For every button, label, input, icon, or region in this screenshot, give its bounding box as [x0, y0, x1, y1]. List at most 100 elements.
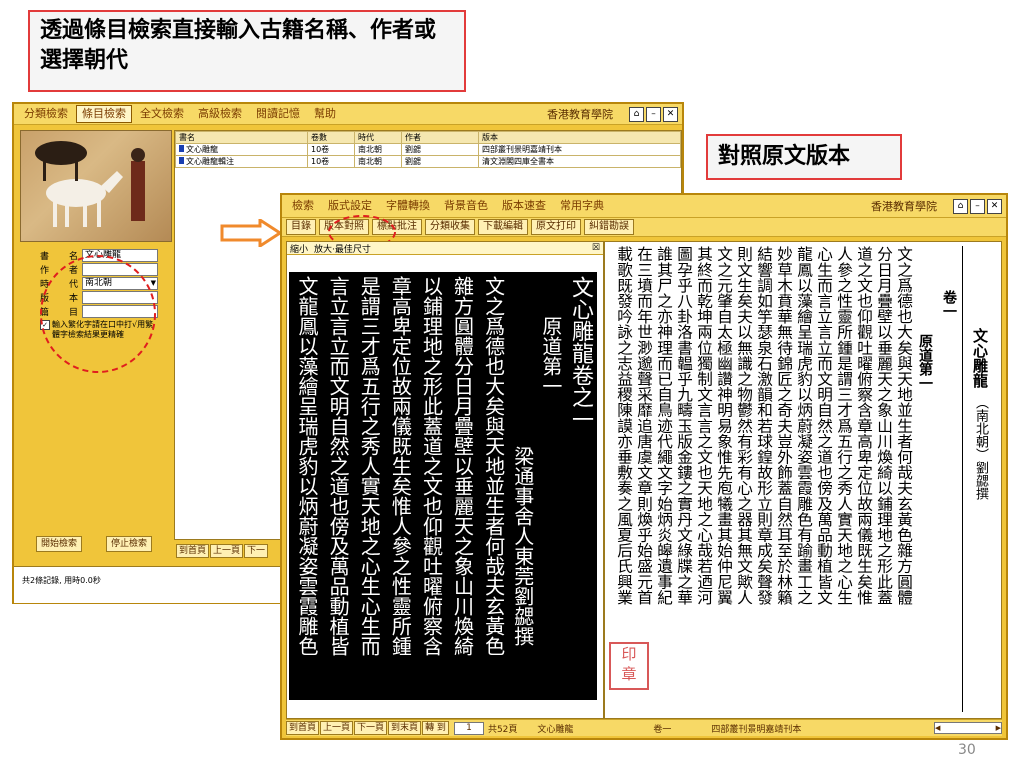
callout-right-text: 對照原文版本 [718, 144, 851, 169]
row-title-cell[interactable]: 文心雕龍輯注 [175, 155, 308, 168]
cell-edition: 四部叢刊景明嘉靖刊本 [478, 143, 681, 156]
book-title-vertical: 文心雕龍 [971, 328, 989, 388]
table-row[interactable]: 文心雕龍 10卷 南北朝 劉勰 四部叢刊景明嘉靖刊本 [175, 143, 681, 156]
close-icon[interactable]: ✕ [663, 106, 678, 122]
scan-body-col: 言立言立而文明自然之道也傍及萬品動植皆 [326, 276, 351, 656]
page-count: 共52頁 [487, 724, 518, 735]
juan-label: 卷一 [941, 290, 957, 318]
menu-fulltext-search[interactable]: 全文檢索 [134, 105, 190, 123]
prev-page-button[interactable]: 上一頁 [320, 721, 354, 735]
cell-volumes: 10卷 [307, 155, 355, 168]
slide-number: 30 [958, 742, 976, 758]
print-button[interactable]: 原文打印 [531, 219, 581, 235]
cell-author: 劉勰 [401, 155, 479, 168]
chapter-heading: 原道第一 [917, 334, 933, 390]
menu-search[interactable]: 檢索 [286, 197, 320, 215]
cell-edition: 清文淵閣四庫全書本 [478, 155, 681, 168]
front-window-controls: ⌂ – ✕ [953, 198, 1002, 214]
status-book-title: 文心雕龍 [537, 724, 574, 735]
close-icon[interactable]: ☒ [592, 243, 600, 253]
painting-image [20, 130, 172, 242]
scrollbar[interactable]: ◀ ▶ [934, 722, 1002, 734]
status-juan: 卷一 [653, 724, 672, 735]
table-header-row: 書名 卷數 時代 作者 版本 [175, 131, 681, 144]
status-edition: 四部叢刊景明嘉靖刊本 [711, 724, 802, 735]
menu-help[interactable]: 幫助 [308, 105, 342, 123]
horse-painting-svg [35, 141, 145, 227]
home-icon[interactable]: ⌂ [953, 198, 968, 214]
table-row[interactable]: 文心雕龍輯注 10卷 南北朝 劉勰 清文淵閣四庫全書本 [175, 155, 681, 168]
menu-dictionary[interactable]: 常用字典 [554, 197, 610, 215]
text-body-col: 人參之性靈所鍾是謂三才爲五行之秀人實天地之心生 [835, 246, 853, 605]
col-header-dynasty[interactable]: 時代 [354, 131, 402, 144]
next-page-button[interactable]: 下一 [244, 544, 269, 558]
callout-top-text: 透過條目檢索直接輸入古籍名稱、作者或選擇朝代 [40, 18, 437, 73]
juan-col: 卷一 [936, 246, 962, 712]
page-input[interactable]: 1 [453, 721, 484, 735]
back-menubar: 分類檢索 條目檢索 全文檢索 高級檢索 閱讀記憶 幫助 香港教育學院 ⌂ – ✕ [14, 104, 682, 125]
highlight-ellipse-form [40, 255, 156, 373]
errata-button[interactable]: 糾錯勘誤 [584, 219, 634, 235]
text-pane: 文心雕龍 （南北朝）劉勰撰 卷一 原道第一 文之爲德也大矣與天地並生者何哉夫玄黃… [604, 241, 1002, 719]
book-title: 文心雕龍輯注 [186, 157, 234, 166]
text-body-col: 文之元肇自太極幽讚神明易象惟先庖犧畫其始仲尼翼 [715, 246, 733, 605]
callout-top: 透過條目檢索直接輸入古籍名稱、作者或選擇朝代 [28, 10, 466, 92]
col-header-edition[interactable]: 版本 [478, 131, 681, 144]
first-page-button[interactable]: 到首頁 [176, 544, 210, 558]
last-page-button[interactable]: 到末頁 [388, 721, 422, 735]
text-body-col: 妙草木賁華無待錦匠之奇夫豈外飾蓋自然耳至於林籟 [775, 246, 793, 605]
close-icon[interactable]: ✕ [987, 198, 1002, 214]
original-image-pane: 縮小 放大·最佳尺寸 ☒ 文心雕龍卷之一 原道第一 梁通事舍人東莞劉勰撰 文之爲… [286, 241, 604, 719]
text-columns: 文心雕龍 （南北朝）劉勰撰 卷一 原道第一 文之爲德也大矣與天地並生者何哉夫玄黃… [607, 246, 997, 712]
text-body-col: 分日月疊壁以垂麗天之象山川煥綺以鋪理地之形此蓋 [875, 246, 893, 605]
book-icon [179, 157, 184, 164]
row-title-cell[interactable]: 文心雕龍 [175, 143, 308, 156]
menu-background[interactable]: 背景音色 [438, 197, 494, 215]
cell-dynasty: 南北朝 [354, 143, 402, 156]
stop-search-button[interactable]: 停止檢索 [106, 536, 153, 552]
status-text: 共2條記錄, 用時0.0秒 [22, 576, 101, 585]
text-body-col: 其終而乾坤兩位獨制文言言之文也天地之心哉若迺河 [695, 246, 713, 605]
download-button[interactable]: 下載編輯 [478, 219, 528, 235]
collect-button[interactable]: 分類收集 [425, 219, 475, 235]
zoom-fit-button[interactable]: 放大·最佳尺寸 [314, 242, 371, 255]
menu-entry-search[interactable]: 條目檢索 [76, 105, 132, 123]
zoom-out-button[interactable]: 縮小 [290, 242, 308, 255]
scan-body-col: 以鋪理地之形此蓋道之文也仰觀吐曜俯察含 [419, 276, 444, 656]
start-search-button[interactable]: 開始檢索 [36, 536, 83, 552]
text-body-col: 文之爲德也大矣與天地並生者何哉夫玄黃色雜方圓體 [895, 246, 913, 605]
scan-body-col: 文龍鳳以藻繪呈瑞虎豹以炳蔚凝姿雲霞雕色 [295, 276, 319, 656]
back-nav: 到首頁 上一頁 下一 [176, 544, 269, 558]
scan-body-col: 是謂三才爲五行之秀人實天地之心生心生而 [357, 276, 382, 656]
toc-button[interactable]: 目錄 [286, 219, 316, 235]
minimize-icon[interactable]: – [970, 198, 985, 214]
first-page-button[interactable]: 到首頁 [286, 721, 320, 735]
text-body-col: 圖孕乎八卦洛書韞乎九疇玉版金鏤之實丹文綠牒之華 [675, 246, 693, 605]
scroll-right-icon[interactable]: ▶ [996, 723, 1001, 733]
scan-title-col: 文心雕龍卷之一 [567, 276, 593, 430]
home-icon[interactable]: ⌂ [629, 106, 644, 122]
next-page-button[interactable]: 下一頁 [354, 721, 388, 735]
prev-page-button[interactable]: 上一頁 [210, 544, 244, 558]
results-table: 書名 卷數 時代 作者 版本 文心雕龍 10卷 南北朝 劉勰 四部叢刊景明嘉靖刊… [175, 131, 681, 168]
text-body-col: 心生而言立言立而文明自然之道也傍及萬品動植皆文 [815, 246, 833, 605]
text-body-col: 結響調如竽瑟泉石激韻和若球鍠故形立則章成矣聲發 [755, 246, 773, 605]
chapter-heading-col: 原道第一 [914, 246, 936, 712]
menu-category-search[interactable]: 分類檢索 [18, 105, 74, 123]
arrow-right-icon [220, 219, 282, 247]
scroll-left-icon[interactable]: ◀ [935, 723, 940, 733]
menu-reading-memory[interactable]: 閱讀記憶 [250, 105, 306, 123]
back-window-controls: ⌂ – ✕ [629, 106, 678, 122]
minimize-icon[interactable]: – [646, 106, 661, 122]
text-header-col: 文心雕龍 （南北朝）劉勰撰 [962, 246, 997, 712]
text-body-col: 誰其尸之亦神理而已自鳥迹代繩文字始炳炎皞遺事紀 [655, 246, 673, 605]
menu-advanced-search[interactable]: 高級檢索 [192, 105, 248, 123]
front-brand: 香港教育學院 [871, 200, 937, 213]
menu-edition-lookup[interactable]: 版本速查 [496, 197, 552, 215]
col-header-title[interactable]: 書名 [175, 131, 308, 144]
col-header-author[interactable]: 作者 [401, 131, 479, 144]
scan-chapter-col: 原道第一 [538, 316, 563, 396]
goto-button[interactable]: 轉 到 [422, 721, 449, 735]
callout-right: 對照原文版本 [706, 134, 902, 180]
col-header-volumes[interactable]: 卷數 [307, 131, 355, 144]
